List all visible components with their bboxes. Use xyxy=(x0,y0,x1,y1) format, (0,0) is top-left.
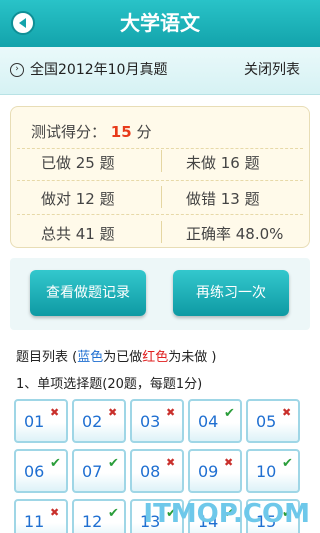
close-list-button[interactable]: 关闭列表 xyxy=(244,47,300,95)
stat-wrong: 做错 13 题 xyxy=(186,190,260,208)
question-cell[interactable]: 12 ✔ xyxy=(72,499,126,533)
question-number: 06 xyxy=(24,462,45,481)
question-cell[interactable]: 02 ✖ xyxy=(72,399,126,443)
stat-done: 已做 25 题 xyxy=(41,154,115,172)
cross-icon: ✖ xyxy=(166,406,176,419)
question-cell[interactable]: 07 ✔ xyxy=(72,449,126,493)
question-cell[interactable]: 04 ✔ xyxy=(188,399,242,443)
score-label: 测试得分： xyxy=(31,123,107,141)
cross-icon: ✖ xyxy=(224,456,234,469)
question-cell[interactable]: 11 ✖ xyxy=(14,499,68,533)
question-cell[interactable]: 01 ✖ xyxy=(14,399,68,443)
question-number: 12 xyxy=(82,512,103,531)
score-line: 测试得分： 15 分 xyxy=(31,121,151,142)
question-cell[interactable]: 06 ✔ xyxy=(14,449,68,493)
question-cell[interactable]: 03 ✖ xyxy=(130,399,184,443)
divider xyxy=(161,186,162,208)
check-icon: ✔ xyxy=(282,456,293,471)
score-card: 测试得分： 15 分 已做 25 题 未做 16 题 做对 12 题 做错 13… xyxy=(10,106,310,248)
question-legend: 题目列表 (蓝色为已做红色为未做 ) xyxy=(16,346,216,365)
divider xyxy=(161,221,162,243)
action-panel: 查看做题记录 再练习一次 xyxy=(10,258,310,330)
question-cell[interactable]: 09 ✖ xyxy=(188,449,242,493)
question-number: 07 xyxy=(82,462,103,481)
stat-rate: 正确率 48.0% xyxy=(186,225,284,243)
question-number: 02 xyxy=(82,412,103,431)
question-number: 08 xyxy=(140,462,161,481)
section-title: 1、单项选择题(20题，每题1分) xyxy=(16,377,203,392)
divider xyxy=(17,148,303,149)
score-value: 15 xyxy=(110,123,132,141)
cross-icon: ✖ xyxy=(50,506,60,519)
legend-mid: 为已做 xyxy=(103,350,143,365)
cross-icon: ✖ xyxy=(166,456,176,469)
divider xyxy=(17,180,303,181)
cross-icon: ✖ xyxy=(108,406,118,419)
exam-bar: › 全国2012年10月真题 关闭列表 xyxy=(0,47,320,95)
retry-button[interactable]: 再练习一次 xyxy=(173,270,289,316)
divider xyxy=(161,150,162,172)
header-bar: 大学语文 xyxy=(0,0,320,47)
stat-total: 总共 41 题 xyxy=(41,225,115,243)
question-cell[interactable]: 08 ✖ xyxy=(130,449,184,493)
page-title: 大学语文 xyxy=(120,11,200,35)
legend-prefix: 题目列表 ( xyxy=(16,350,78,365)
stat-undone: 未做 16 题 xyxy=(186,154,260,172)
score-unit: 分 xyxy=(136,123,152,141)
cross-icon: ✖ xyxy=(282,406,292,419)
divider xyxy=(17,214,303,215)
question-number: 11 xyxy=(24,512,45,531)
cross-icon: ✖ xyxy=(50,406,60,419)
question-number: 10 xyxy=(256,462,277,481)
question-number: 09 xyxy=(198,462,219,481)
check-icon: ✔ xyxy=(224,406,235,421)
legend-red: 红色 xyxy=(142,350,169,365)
watermark-logo: ITMOP.COM xyxy=(143,499,310,529)
check-icon: ✔ xyxy=(50,456,61,471)
question-cell[interactable]: 05 ✖ xyxy=(246,399,300,443)
legend-suffix: 为未做 ) xyxy=(168,350,217,365)
exam-title[interactable]: 全国2012年10月真题 xyxy=(30,47,167,95)
chevron-right-icon[interactable]: › xyxy=(10,63,24,77)
question-number: 03 xyxy=(140,412,161,431)
view-records-button[interactable]: 查看做题记录 xyxy=(30,270,146,316)
legend-blue: 蓝色 xyxy=(77,350,104,365)
question-number: 01 xyxy=(24,412,45,431)
check-icon: ✔ xyxy=(108,456,119,471)
check-icon: ✔ xyxy=(108,506,119,521)
question-number: 04 xyxy=(198,412,219,431)
stat-correct: 做对 12 题 xyxy=(41,190,115,208)
question-number: 05 xyxy=(256,412,277,431)
question-cell[interactable]: 10 ✔ xyxy=(246,449,300,493)
